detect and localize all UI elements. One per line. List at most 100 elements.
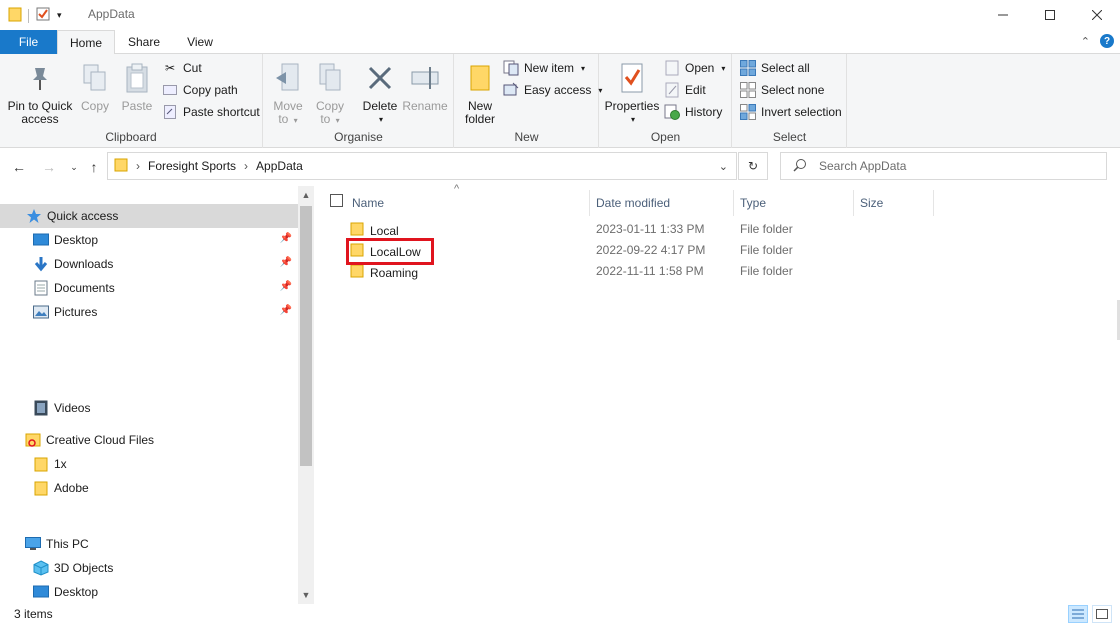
select-none-icon xyxy=(740,82,756,98)
nav-item-desktop-pc[interactable]: Desktop xyxy=(0,580,298,604)
easy-access-button[interactable]: Easy access ▾ xyxy=(503,80,602,100)
forward-arrow-icon[interactable]: → xyxy=(40,158,58,176)
pin-to-quick-access-button[interactable]: Pin to Quick access xyxy=(6,60,74,126)
rename-button[interactable]: Rename xyxy=(402,60,448,113)
paste-shortcut-button[interactable]: Paste shortcut xyxy=(162,102,260,122)
search-box[interactable]: Search AppData xyxy=(780,152,1107,180)
select-group-label: Select xyxy=(772,130,807,144)
pin-icon[interactable]: 📌 xyxy=(280,305,292,316)
tab-file[interactable]: File xyxy=(0,30,57,54)
breadcrumb-item[interactable]: AppData xyxy=(256,159,303,173)
breadcrumb-item[interactable]: Foresight Sports xyxy=(148,159,236,173)
file-date: 2022-09-22 4:17 PM xyxy=(596,243,706,257)
scroll-up-icon[interactable]: ▲ xyxy=(298,186,314,204)
edit-icon xyxy=(664,82,680,98)
copy-path-button[interactable]: Copy path xyxy=(162,80,238,100)
qat-dropdown-icon[interactable]: ▾ xyxy=(57,10,62,21)
nav-item-1x[interactable]: 1x xyxy=(0,452,298,476)
pictures-icon xyxy=(33,304,49,320)
column-header-name[interactable]: Name xyxy=(346,190,590,216)
search-placeholder: Search AppData xyxy=(819,159,907,173)
address-dropdown-icon[interactable]: ⌄ xyxy=(719,160,728,173)
status-bar: 3 items xyxy=(0,604,1120,624)
back-arrow-icon[interactable]: ← xyxy=(10,158,28,176)
nav-item-creative-cloud-files[interactable]: Creative Cloud Files xyxy=(0,428,298,452)
column-header-size[interactable]: Size xyxy=(854,190,934,216)
pin-icon[interactable]: 📌 xyxy=(280,233,292,244)
item-count: 3 items xyxy=(14,607,53,621)
nav-item-adobe[interactable]: Adobe xyxy=(0,476,298,500)
edit-button[interactable]: Edit xyxy=(664,80,706,100)
up-arrow-icon[interactable]: ↑ xyxy=(85,158,103,176)
properties-button[interactable]: Properties ▾ xyxy=(604,60,660,126)
tab-home[interactable]: Home xyxy=(57,30,115,55)
nav-item-quick-access[interactable]: Quick access xyxy=(0,204,298,228)
tab-share[interactable]: Share xyxy=(118,30,170,54)
select-all-button[interactable]: Select all xyxy=(740,58,810,78)
column-header-type[interactable]: Type xyxy=(734,190,854,216)
nav-item-3d-objects[interactable]: 3D Objects xyxy=(0,556,298,580)
select-group: Select all Select none Invert selection … xyxy=(733,54,847,148)
move-to-button[interactable]: Move to ▾ xyxy=(270,60,306,127)
scrollbar-thumb[interactable] xyxy=(300,206,312,466)
quick-access-toolbar: ▾ xyxy=(8,6,62,25)
file-type: File folder xyxy=(740,243,793,257)
nav-item-videos[interactable]: Videos xyxy=(0,396,298,420)
file-date: 2022-11-11 1:58 PM xyxy=(596,264,704,278)
new-folder-icon xyxy=(463,60,497,96)
copy-icon xyxy=(78,60,112,96)
new-group-label: New xyxy=(514,130,539,144)
cut-button[interactable]: ✂ Cut xyxy=(162,58,202,78)
history-button[interactable]: History xyxy=(664,102,722,122)
table-row[interactable]: LocalLow 2022-09-22 4:17 PM File folder xyxy=(344,240,944,261)
details-view-button[interactable] xyxy=(1068,605,1088,623)
collapse-ribbon-icon[interactable]: ⌃ xyxy=(1081,35,1090,48)
refresh-icon: ↻ xyxy=(747,159,759,173)
properties-checkmark-icon[interactable] xyxy=(35,6,51,25)
close-button[interactable] xyxy=(1074,0,1120,30)
invert-selection-button[interactable]: Invert selection xyxy=(740,102,842,122)
nav-item-documents[interactable]: Documents 📌 xyxy=(0,276,298,300)
select-none-button[interactable]: Select none xyxy=(740,80,824,100)
nav-item-pictures[interactable]: Pictures 📌 xyxy=(0,300,298,324)
refresh-button[interactable]: ↻ xyxy=(738,152,768,180)
breadcrumb-separator-icon[interactable]: › xyxy=(244,159,248,173)
clipboard-group-label: Clipboard xyxy=(105,130,157,144)
details-view-icon xyxy=(1072,609,1084,619)
help-icon[interactable]: ? xyxy=(1100,34,1114,48)
scroll-down-icon[interactable]: ▼ xyxy=(298,586,314,604)
pin-icon[interactable]: 📌 xyxy=(280,281,292,292)
paste-shortcut-icon xyxy=(162,104,178,120)
open-group-label: Open xyxy=(650,130,681,144)
paste-button[interactable]: Paste xyxy=(118,60,156,113)
delete-button[interactable]: Delete ▾ xyxy=(360,60,400,126)
organise-group: Move to ▾ Copy to ▾ Delete ▾ Rename Orga… xyxy=(264,54,454,148)
nav-item-downloads[interactable]: Downloads 📌 xyxy=(0,252,298,276)
tab-view[interactable]: View xyxy=(176,30,224,54)
folder-icon[interactable] xyxy=(8,6,22,25)
recent-locations-chevron-icon[interactable]: ⌄ xyxy=(65,158,83,176)
nav-item-desktop[interactable]: Desktop 📌 xyxy=(0,228,298,252)
copy-button[interactable]: Copy xyxy=(76,60,114,113)
large-icons-view-button[interactable] xyxy=(1092,605,1112,623)
new-folder-button[interactable]: New folder xyxy=(461,60,499,126)
download-icon xyxy=(33,256,49,272)
maximize-button[interactable] xyxy=(1027,0,1073,30)
file-type: File folder xyxy=(740,264,793,278)
select-all-checkbox[interactable] xyxy=(330,194,343,207)
address-bar[interactable]: › Foresight Sports › AppData ⌄ xyxy=(107,152,737,180)
copy-to-button[interactable]: Copy to ▾ xyxy=(312,60,348,127)
cube-icon xyxy=(33,560,49,576)
minimize-button[interactable] xyxy=(980,0,1026,30)
new-item-button[interactable]: New item ▾ xyxy=(503,58,585,78)
table-row[interactable]: Roaming 2022-11-11 1:58 PM File folder xyxy=(344,261,944,282)
copy-to-icon xyxy=(313,60,347,96)
pin-icon[interactable]: 📌 xyxy=(280,257,292,268)
new-item-icon xyxy=(503,60,519,76)
table-row[interactable]: Local 2023-01-11 1:33 PM File folder xyxy=(344,219,944,240)
large-icons-view-icon xyxy=(1096,609,1108,619)
open-button[interactable]: Open ▾ xyxy=(664,58,725,78)
nav-item-this-pc[interactable]: This PC xyxy=(0,532,298,556)
column-header-date-modified[interactable]: Date modified xyxy=(590,190,734,216)
breadcrumb-separator-icon[interactable]: › xyxy=(136,159,140,173)
